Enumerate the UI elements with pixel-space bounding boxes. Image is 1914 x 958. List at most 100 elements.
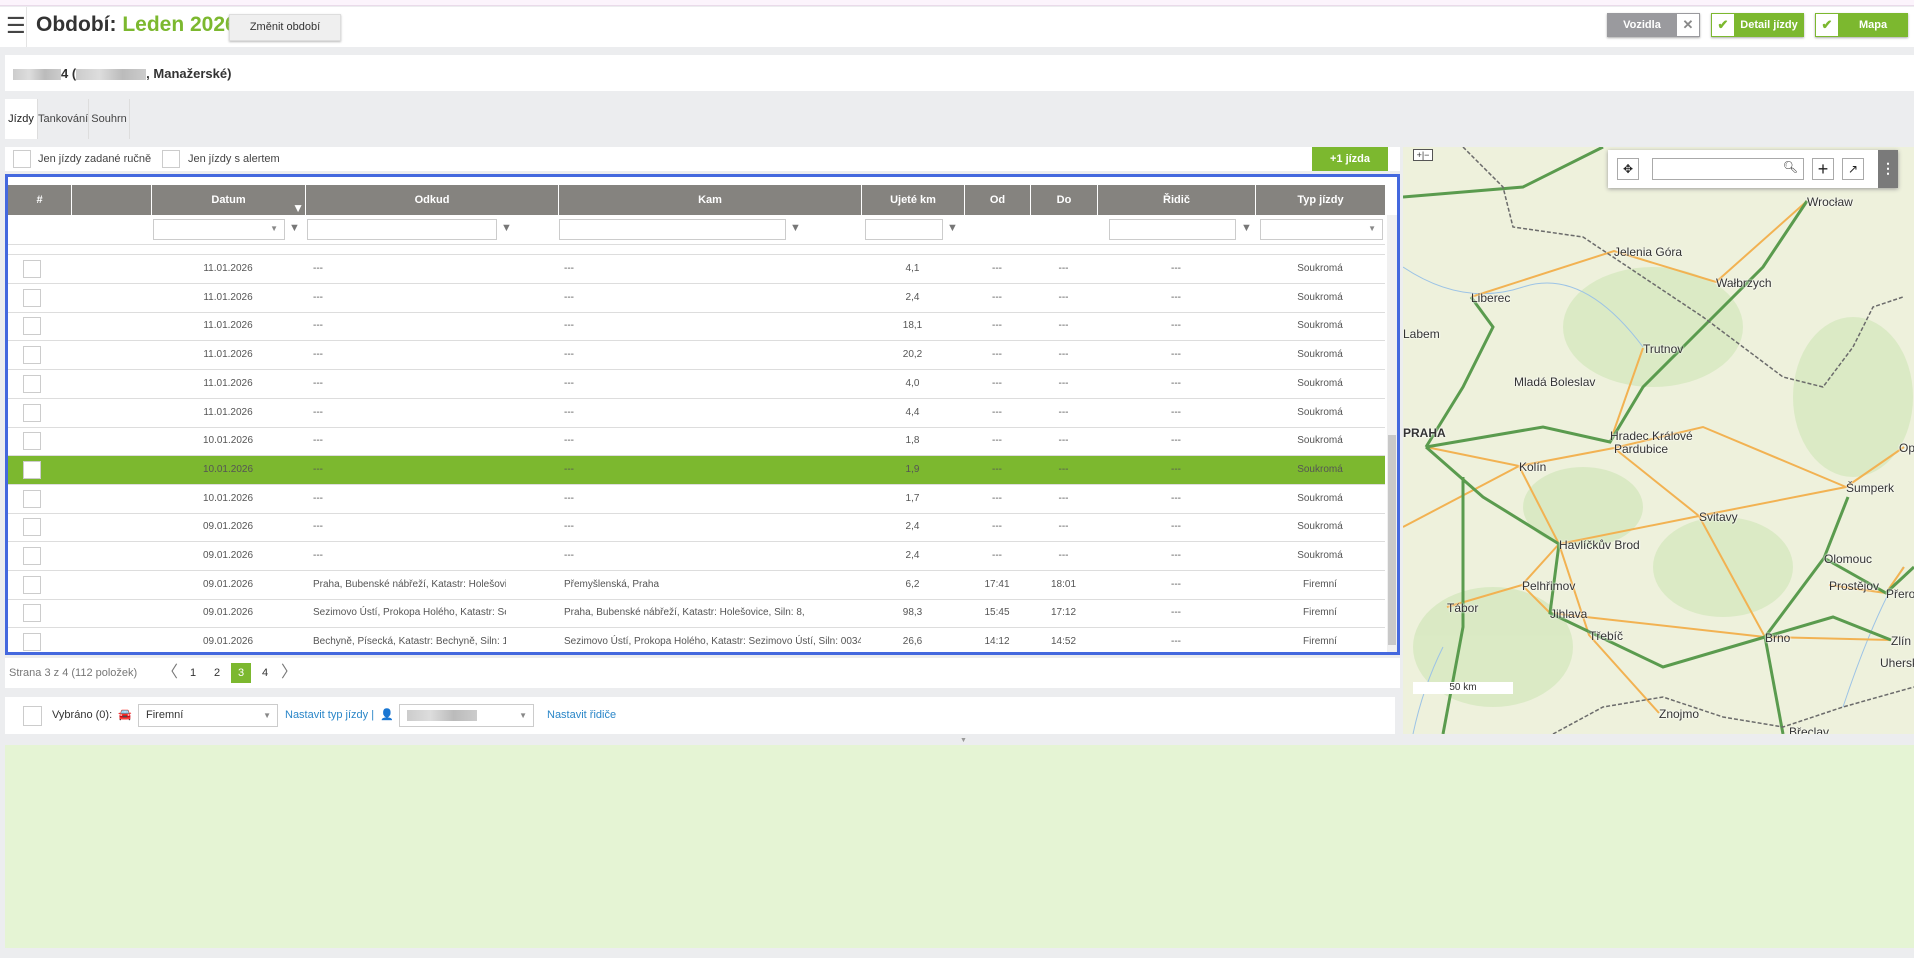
row-checkbox[interactable] bbox=[23, 633, 41, 652]
row-checkbox[interactable] bbox=[23, 288, 41, 307]
row-checkbox[interactable] bbox=[23, 317, 41, 336]
page-1[interactable]: 1 bbox=[183, 663, 203, 683]
table-row[interactable]: 11.01.2026 --- --- 18,1 --- --- --- Soukromá bbox=[8, 312, 1385, 342]
menu-icon[interactable]: ☰ bbox=[6, 15, 26, 37]
map-city-label: Pardubice bbox=[1614, 442, 1669, 456]
next-page-icon[interactable]: 〉 bbox=[279, 663, 299, 683]
row-checkbox[interactable] bbox=[23, 403, 41, 422]
toggle-vehicles[interactable]: Vozidla ✕ bbox=[1607, 13, 1700, 37]
map[interactable]: Wrocław Jelenia Góra Wałbrzych Liberec Labem… bbox=[1403, 147, 1914, 734]
col-to[interactable]: Kam bbox=[558, 185, 861, 215]
table-row[interactable]: 10.01.2026 --- --- 1,7 --- --- --- Soukromá bbox=[8, 485, 1385, 514]
cell-from: Praha, Bubenské nábřeží, Katastr: Holešo… bbox=[313, 578, 506, 590]
row-checkbox[interactable] bbox=[23, 604, 41, 623]
table-row[interactable]: 09.01.2026 Praha, Bubenské nábřeží, Katas… bbox=[8, 571, 1385, 600]
set-driver-link[interactable]: Nastavit řidiče bbox=[547, 709, 616, 721]
date-filter-select[interactable]: ▼ bbox=[153, 219, 285, 240]
map-city-label: Uherské Hradiště bbox=[1880, 656, 1914, 670]
col-km[interactable]: Ujeté km bbox=[861, 185, 964, 215]
filter-icon[interactable]: ▼ bbox=[1241, 222, 1252, 234]
map-search-input[interactable]: 🔍︎ bbox=[1652, 158, 1804, 180]
cell-od: --- bbox=[992, 349, 1002, 361]
toggle-label: Mapa bbox=[1858, 19, 1888, 31]
dropdown-icon: ▼ bbox=[1368, 224, 1376, 233]
cell-type: Soukromá bbox=[1297, 550, 1343, 561]
table-row[interactable]: 11.01.2026 --- --- 4,1 --- --- --- Soukromá bbox=[8, 255, 1385, 284]
manual-only-checkbox[interactable] bbox=[13, 150, 31, 168]
filter-icon[interactable]: ▼ bbox=[289, 222, 300, 234]
driver-select[interactable]: ▼ bbox=[399, 704, 534, 727]
table-row[interactable]: 09.01.2026 Bechyně, Písecká, Katastr: Bec… bbox=[8, 628, 1385, 652]
move-icon[interactable]: ✥ bbox=[1617, 158, 1639, 180]
cell-do: --- bbox=[1058, 463, 1069, 475]
page-3[interactable]: 3 bbox=[231, 663, 251, 683]
change-period-button[interactable]: Změnit období bbox=[229, 14, 341, 41]
table-scrollbar[interactable] bbox=[1387, 215, 1397, 652]
cell-do: --- bbox=[1058, 406, 1069, 418]
row-checkbox[interactable] bbox=[23, 374, 41, 393]
tab-jizdy[interactable]: Jízdy bbox=[5, 99, 38, 139]
col-driver[interactable]: Řidič bbox=[1097, 185, 1255, 215]
tab-tankovani[interactable]: Tankování bbox=[38, 99, 89, 139]
more-options-icon[interactable]: ⋮ bbox=[1878, 150, 1898, 188]
cell-km: 2,4 bbox=[905, 521, 920, 533]
trip-type-select[interactable]: Firemní ▼ bbox=[138, 704, 278, 727]
table-row[interactable]: 11.01.2026 --- --- 2,4 --- --- --- Soukromá bbox=[8, 284, 1385, 313]
dropdown-icon: ▼ bbox=[263, 711, 271, 720]
alert-only-checkbox[interactable] bbox=[162, 150, 180, 168]
row-checkbox[interactable] bbox=[23, 547, 41, 565]
cell-from: --- bbox=[313, 550, 323, 561]
add-trip-button[interactable]: +1 jízda bbox=[1312, 147, 1388, 171]
row-checkbox[interactable] bbox=[23, 575, 41, 594]
driver-filter-input[interactable] bbox=[1109, 219, 1236, 240]
select-all-checkbox[interactable] bbox=[23, 706, 42, 726]
filter-icon[interactable]: ▼ bbox=[790, 222, 801, 234]
row-checkbox[interactable] bbox=[23, 346, 41, 365]
page-2[interactable]: 2 bbox=[207, 663, 227, 683]
row-checkbox[interactable] bbox=[23, 518, 41, 537]
table-row[interactable]: 10.01.2026 --- --- 1,8 --- --- --- Soukromá bbox=[8, 427, 1385, 457]
km-filter-input[interactable] bbox=[865, 219, 943, 240]
manual-only-label: Jen jízdy zadané ručně bbox=[38, 153, 152, 165]
cell-from: --- bbox=[313, 320, 323, 332]
table-row[interactable]: 09.01.2026 --- --- 2,4 --- --- --- Soukromá bbox=[8, 542, 1385, 571]
toggle-map[interactable]: ✔ Mapa bbox=[1815, 13, 1908, 37]
col-from[interactable]: Odkud bbox=[305, 185, 558, 215]
table-row[interactable]: 11.01.2026 --- --- 20,2 --- --- --- Soukromá bbox=[8, 341, 1385, 371]
toggle-trip-detail[interactable]: ✔ Detail jízdy bbox=[1711, 13, 1804, 37]
table-row[interactable]: 11.01.2026 --- --- 4,4 --- --- --- Soukromá bbox=[8, 399, 1385, 428]
cell-driver: --- bbox=[1171, 406, 1181, 418]
scrollbar-thumb[interactable] bbox=[1388, 435, 1396, 645]
to-filter-input[interactable] bbox=[559, 219, 786, 240]
row-checkbox[interactable] bbox=[23, 432, 41, 451]
filter-icon[interactable]: ▼ bbox=[947, 222, 958, 234]
row-checkbox[interactable] bbox=[23, 260, 41, 278]
row-checkbox[interactable] bbox=[23, 460, 41, 479]
zoom-in-button[interactable]: + bbox=[1812, 158, 1834, 180]
col-date[interactable]: Datum ▼ bbox=[151, 185, 305, 215]
from-filter-input[interactable] bbox=[307, 219, 497, 240]
table-row[interactable]: 11.01.2026 --- --- 4,0 --- --- --- Soukromá bbox=[8, 370, 1385, 399]
external-link-icon[interactable]: ↗ bbox=[1842, 158, 1864, 180]
col-od[interactable]: Od bbox=[964, 185, 1030, 215]
table-row[interactable]: 10.01.2026 --- --- 1,9 --- --- --- Soukromá bbox=[8, 455, 1385, 485]
prev-page-icon[interactable]: 〈 bbox=[160, 663, 180, 683]
filter-icon[interactable]: ▼ bbox=[501, 222, 512, 234]
cell-driver: --- bbox=[1171, 463, 1181, 475]
collapse-handle-icon[interactable]: ▼ bbox=[960, 737, 967, 744]
set-trip-type-link[interactable]: Nastavit typ jízdy | bbox=[285, 709, 374, 721]
trip-type-value: Firemní bbox=[146, 709, 184, 721]
cell-to: --- bbox=[564, 492, 574, 504]
row-checkbox[interactable] bbox=[23, 489, 41, 508]
page-4[interactable]: 4 bbox=[255, 663, 275, 683]
tab-souhrn[interactable]: Souhrn bbox=[89, 99, 130, 139]
table-row[interactable]: 09.01.2026 Sezimovo Ústí, Prokopa Holého,… bbox=[8, 599, 1385, 629]
zoom-toggle-icon[interactable]: +|− bbox=[1413, 149, 1433, 161]
table-row[interactable]: 09.01.2026 --- --- 2,4 --- --- --- Soukromá bbox=[8, 513, 1385, 543]
cell-from: --- bbox=[313, 349, 323, 361]
cell-to: Sezimovo Ústí, Prokopa Holého, Katastr: … bbox=[564, 636, 861, 648]
col-do[interactable]: Do bbox=[1030, 185, 1097, 215]
vehicle-info: 4 (, Manažerské) bbox=[5, 55, 1914, 91]
col-type[interactable]: Typ jízdy bbox=[1255, 185, 1385, 215]
type-filter-select[interactable]: ▼ bbox=[1260, 219, 1383, 240]
